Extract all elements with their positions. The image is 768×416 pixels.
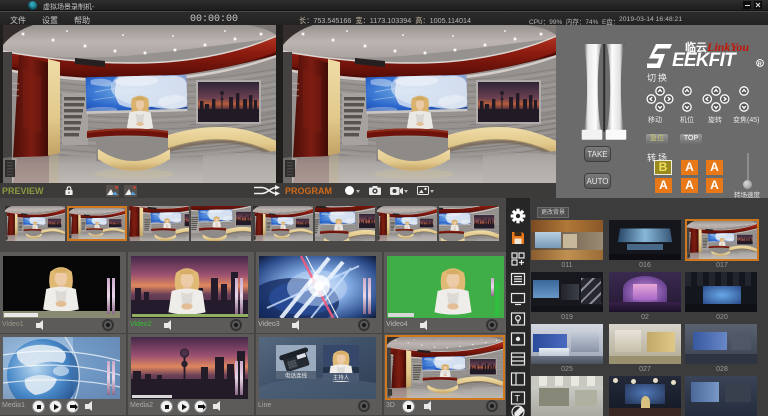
svg-text:EEKFIT: EEKFIT	[672, 50, 737, 70]
svg-text:T: T	[515, 394, 521, 404]
svg-text:电话连线: 电话连线	[285, 372, 308, 380]
svg-text:主持人: 主持人	[333, 374, 350, 382]
svg-text:R: R	[758, 61, 762, 67]
